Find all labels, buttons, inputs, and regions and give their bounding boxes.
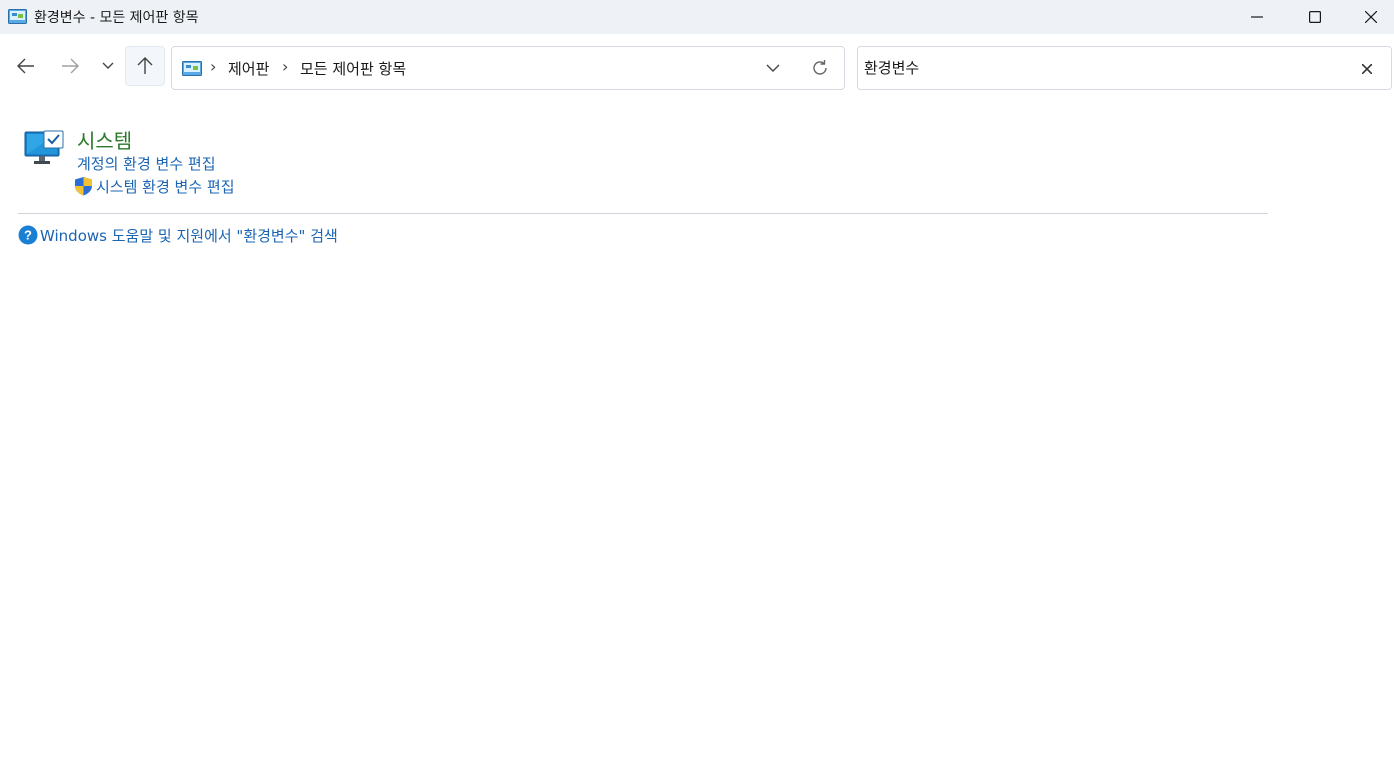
edit-system-env-vars-link[interactable]: 시스템 환경 변수 편집 bbox=[96, 176, 235, 197]
back-button[interactable] bbox=[6, 46, 46, 86]
help-question-icon: ? bbox=[18, 225, 38, 245]
refresh-button[interactable] bbox=[805, 53, 835, 83]
navigation-bar: › 제어판 › 모든 제어판 항목 bbox=[0, 34, 1394, 100]
window-title: 환경변수 - 모든 제어판 항목 bbox=[34, 10, 199, 26]
edit-account-env-vars-link[interactable]: 계정의 환경 변수 편집 bbox=[77, 153, 216, 174]
uac-shield-icon bbox=[75, 177, 92, 196]
search-input[interactable] bbox=[864, 58, 1344, 76]
close-icon bbox=[1362, 64, 1372, 74]
result-title-system[interactable]: 시스템 bbox=[77, 125, 132, 154]
close-button[interactable] bbox=[1348, 0, 1394, 34]
search-clear-button[interactable] bbox=[1353, 55, 1381, 83]
breadcrumb-separator: › bbox=[210, 57, 217, 76]
refresh-icon bbox=[813, 60, 827, 75]
breadcrumb-separator: › bbox=[282, 57, 289, 76]
control-panel-icon bbox=[182, 61, 202, 76]
system-monitor-icon[interactable] bbox=[24, 130, 64, 166]
close-icon bbox=[1365, 11, 1377, 23]
arrow-up-icon bbox=[137, 57, 153, 74]
svg-text:?: ? bbox=[24, 228, 32, 243]
title-bar: 환경변수 - 모든 제어판 항목 bbox=[0, 0, 1394, 34]
up-button[interactable] bbox=[125, 46, 165, 86]
minimize-button[interactable] bbox=[1234, 0, 1280, 34]
address-bar[interactable]: › 제어판 › 모든 제어판 항목 bbox=[171, 46, 845, 90]
maximize-button[interactable] bbox=[1292, 0, 1338, 34]
help-search-link[interactable]: Windows 도움말 및 지원에서 "환경변수" 검색 bbox=[40, 225, 338, 246]
address-dropdown-button[interactable] bbox=[758, 53, 788, 83]
control-panel-icon bbox=[8, 9, 27, 24]
breadcrumb-all-items[interactable]: 모든 제어판 항목 bbox=[300, 58, 406, 79]
chevron-down-icon bbox=[766, 64, 780, 72]
maximize-icon bbox=[1309, 11, 1321, 23]
arrow-left-icon bbox=[17, 58, 34, 74]
divider bbox=[18, 213, 1268, 214]
forward-button[interactable] bbox=[50, 46, 90, 86]
arrow-right-icon bbox=[62, 58, 79, 74]
minimize-icon bbox=[1251, 16, 1263, 18]
search-box[interactable] bbox=[857, 46, 1392, 90]
recent-locations-button[interactable] bbox=[88, 46, 128, 86]
chevron-down-icon bbox=[102, 62, 114, 69]
breadcrumb-control-panel[interactable]: 제어판 bbox=[228, 58, 269, 79]
